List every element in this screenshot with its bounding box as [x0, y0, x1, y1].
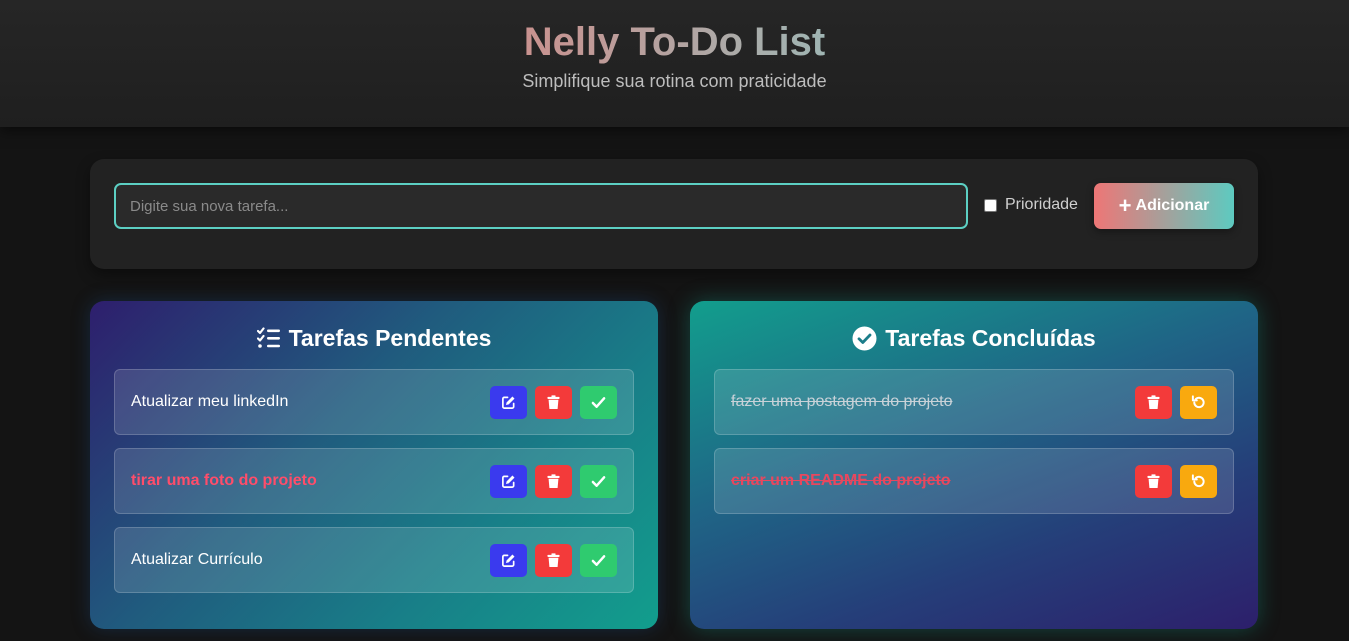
undo-task-button[interactable] — [1180, 464, 1217, 498]
completed-tasks-panel: Tarefas Concluídas fazer uma postagem do… — [690, 301, 1258, 629]
task-actions — [490, 385, 617, 419]
task-text: tirar uma foto do projeto — [131, 472, 317, 489]
pending-title-text: Tarefas Pendentes — [288, 324, 492, 351]
pending-task-item: Atualizar Currículo — [114, 527, 634, 593]
task-text: fazer uma postagem do projeto — [731, 393, 953, 410]
complete-task-button[interactable] — [580, 543, 617, 577]
task-text: Atualizar meu linkedIn — [131, 393, 289, 410]
task-actions — [490, 464, 617, 498]
pending-task-item: Atualizar meu linkedIn — [114, 369, 634, 435]
edit-task-button[interactable] — [490, 464, 527, 498]
pending-task-item: tirar uma foto do projeto — [114, 448, 634, 514]
delete-task-button[interactable] — [535, 385, 572, 419]
check-icon — [591, 554, 606, 567]
add-task-label: Adicionar — [1135, 197, 1210, 214]
edit-icon — [501, 395, 516, 410]
completed-title-text: Tarefas Concluídas — [885, 324, 1096, 351]
completed-panel-title: Tarefas Concluídas — [714, 325, 1234, 351]
undo-icon — [1191, 473, 1206, 489]
undo-task-button[interactable] — [1180, 385, 1217, 419]
pending-task-list: Atualizar meu linkedIn tirar uma foto do … — [114, 369, 634, 593]
trash-icon — [1147, 473, 1160, 489]
complete-task-button[interactable] — [580, 385, 617, 419]
pending-tasks-panel: Tarefas Pendentes Atualizar meu linkedIn… — [90, 301, 658, 629]
edit-task-button[interactable] — [490, 543, 527, 577]
task-actions — [1135, 385, 1217, 419]
task-text: Atualizar Currículo — [131, 551, 263, 568]
plus-icon: + — [1118, 193, 1132, 218]
priority-toggle[interactable]: Prioridade — [984, 196, 1078, 214]
task-input[interactable] — [114, 183, 968, 229]
undo-icon — [1191, 394, 1206, 410]
delete-task-button[interactable] — [535, 543, 572, 577]
app-title: Nelly To-Do List — [523, 20, 826, 64]
delete-task-button[interactable] — [535, 464, 572, 498]
trash-icon — [547, 552, 560, 568]
edit-icon — [501, 553, 516, 568]
delete-task-button[interactable] — [1135, 385, 1172, 419]
add-task-button[interactable]: + Adicionar — [1094, 183, 1234, 229]
check-circle-icon — [852, 326, 877, 351]
add-task-form: Prioridade + Adicionar — [90, 159, 1258, 269]
delete-task-button[interactable] — [1135, 464, 1172, 498]
pending-panel-title: Tarefas Pendentes — [114, 325, 634, 351]
trash-icon — [547, 473, 560, 489]
complete-task-button[interactable] — [580, 464, 617, 498]
check-icon — [591, 475, 606, 488]
completed-task-list: fazer uma postagem do projeto criar um RE… — [714, 369, 1234, 514]
priority-checkbox[interactable] — [984, 198, 997, 212]
completed-task-item: fazer uma postagem do projeto — [714, 369, 1234, 435]
priority-label: Prioridade — [1005, 196, 1078, 213]
task-actions — [490, 543, 617, 577]
completed-task-item: criar um README do projeto — [714, 448, 1234, 514]
trash-icon — [547, 394, 560, 410]
edit-task-button[interactable] — [490, 385, 527, 419]
edit-icon — [501, 474, 516, 489]
app-subtitle: Simplifique sua rotina com praticidade — [522, 71, 827, 91]
app-header: Nelly To-Do List Simplifique sua rotina … — [0, 0, 1349, 127]
check-icon — [591, 396, 606, 409]
trash-icon — [1147, 394, 1160, 410]
task-text: criar um README do projeto — [731, 472, 951, 489]
list-check-icon — [256, 327, 281, 349]
task-actions — [1135, 464, 1217, 498]
